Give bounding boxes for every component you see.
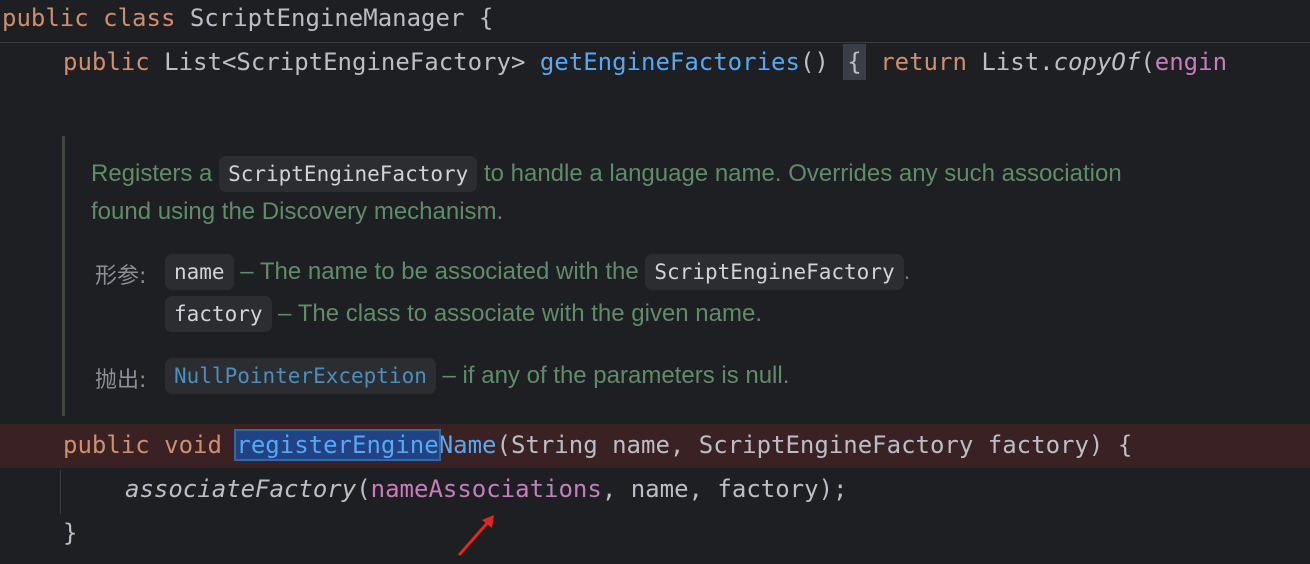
keyword-void: void <box>164 431 222 459</box>
list-class: List. <box>981 48 1054 76</box>
javadoc-render-block[interactable]: Registers a ScriptEngineFactory to handl… <box>62 136 1310 416</box>
code-chip-factory: factory <box>165 296 272 332</box>
method-name-rest: Name <box>438 431 497 459</box>
open-brace: { <box>478 4 494 32</box>
params-tag: 形参: <box>95 264 147 289</box>
call-associatefactory: associateFactory <box>125 475 357 503</box>
folded-brace[interactable]: { <box>843 44 866 80</box>
field-nameassociations[interactable]: nameAssociations <box>371 475 602 503</box>
open-paren: ( <box>1140 48 1155 76</box>
doc-text-b: to handle a language name. Overrides any… <box>477 160 1122 187</box>
code-chip-scriptenginefactory: ScriptEngineFactory <box>219 156 478 192</box>
doc-sentence-2: found using the Discovery mechanism. <box>91 198 504 225</box>
class-name: ScriptEngineManager <box>189 4 465 32</box>
open-paren: ( <box>356 475 371 503</box>
red-arrow-icon <box>458 515 494 556</box>
param-factory-desc: – The class to associate with the given … <box>271 300 763 327</box>
keyword-public: public <box>2 4 89 32</box>
code-chip-name: name <box>165 254 234 290</box>
field-engines: engin <box>1154 48 1228 76</box>
line-close-brace[interactable]: } <box>63 519 77 547</box>
doc-sentence-1: Registers a ScriptEngineFactory to handl… <box>91 156 1122 192</box>
throws-desc: – if any of the parameters is null. <box>435 362 790 389</box>
period: . <box>903 258 911 285</box>
param-name-row: name – The name to be associated with th… <box>165 254 910 290</box>
line-get-engine-factories[interactable]: public List<ScriptEngineFactory> getEngi… <box>63 44 1228 80</box>
throws-row: NullPointerException – if any of the par… <box>165 358 789 394</box>
selected-method-name[interactable]: registerEngine <box>234 429 441 461</box>
param-factory-row: factory – The class to associate with th… <box>165 296 762 332</box>
call-args: , name, factory); <box>601 475 848 503</box>
method-name: getEngineFactories <box>539 48 800 76</box>
doc-text-a: Registers a <box>91 160 220 187</box>
link-nullpointerexception[interactable]: NullPointerException <box>165 358 436 394</box>
parens: () <box>799 48 829 76</box>
method-params: (String name, ScriptEngineFactory factor… <box>496 431 1133 459</box>
line-associate-factory[interactable]: associateFactory(nameAssociations, name,… <box>125 475 847 503</box>
line-class-decl[interactable]: public class ScriptEngineManager { <box>2 4 493 32</box>
throws-tag: 抛出: <box>95 368 147 393</box>
sticky-header-divider <box>0 42 1310 43</box>
close-brace: } <box>63 519 78 547</box>
copyof-call: copyOf <box>1053 48 1141 76</box>
line-register-engine-name[interactable]: public void registerEngineName(String na… <box>63 429 1133 461</box>
return-type: List<ScriptEngineFactory> <box>164 48 526 76</box>
param-name-desc: – The name to be associated with the <box>233 258 646 285</box>
indent-guide <box>60 470 61 514</box>
keyword-return: return <box>880 48 967 76</box>
keyword-class: class <box>103 4 176 32</box>
keyword-public: public <box>63 431 150 459</box>
keyword-public: public <box>63 48 150 76</box>
code-chip-scriptenginefactory-2: ScriptEngineFactory <box>645 254 904 290</box>
